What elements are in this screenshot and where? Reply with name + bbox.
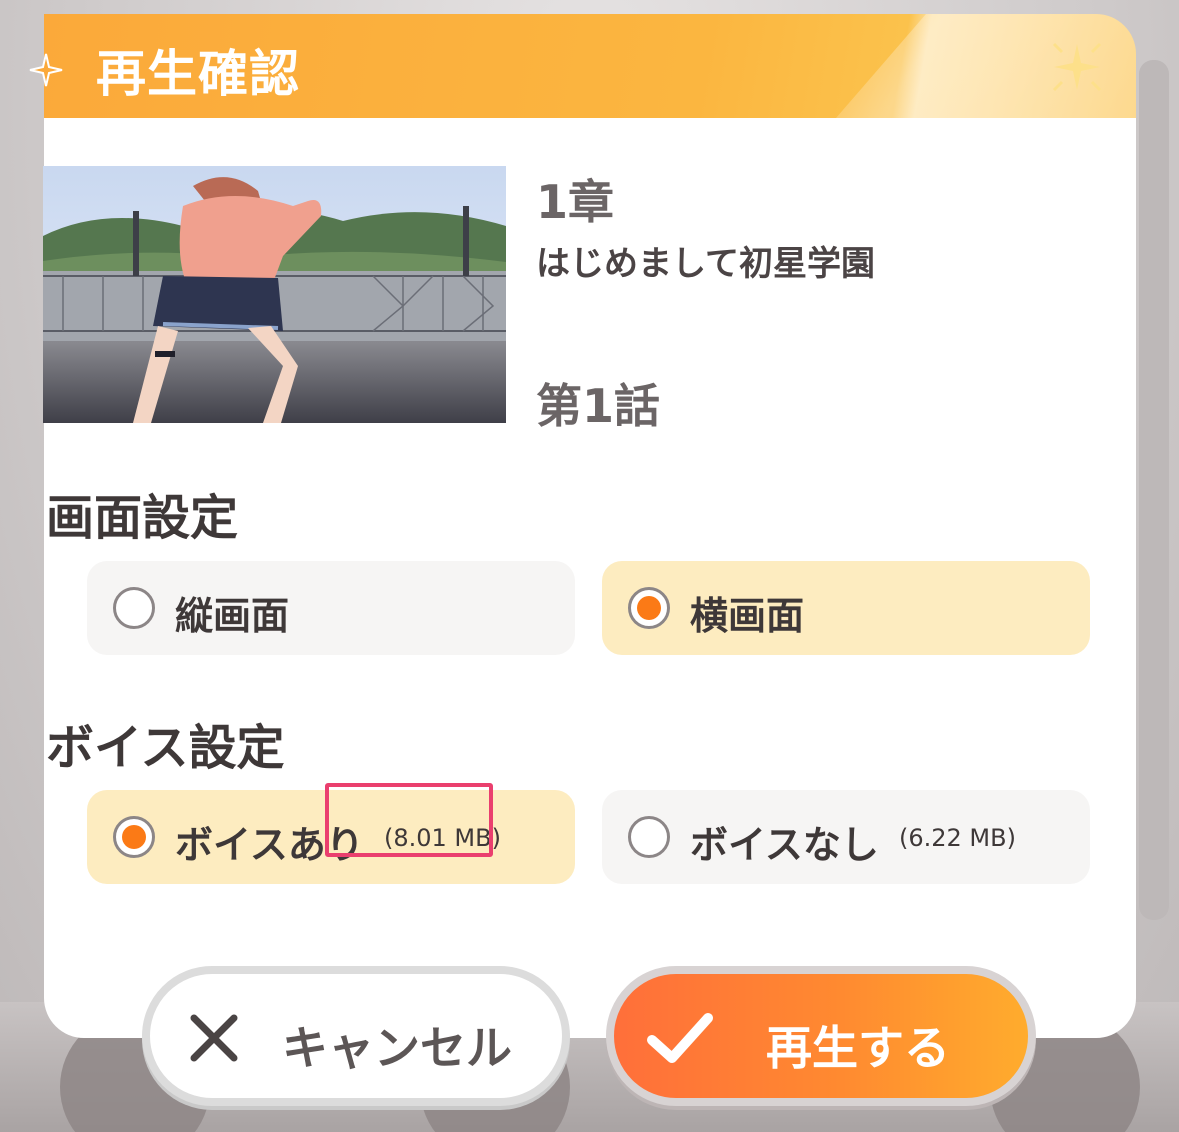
screen-option-landscape[interactable]: 横画面 (602, 561, 1090, 655)
sparkle-icon (1052, 42, 1102, 92)
dialog-header: 再生確認 (44, 14, 1136, 118)
screen-settings-title: 画面設定 (46, 490, 239, 546)
option-label: ボイスなし (690, 823, 879, 867)
radio-button-checked[interactable] (628, 587, 670, 629)
radio-dot (637, 596, 661, 620)
check-icon (647, 1013, 713, 1063)
background-scrollbar (1139, 60, 1169, 920)
screen-option-portrait[interactable]: 縦画面 (87, 561, 575, 655)
option-label: 横画面 (690, 594, 805, 638)
option-download-size: (6.22 MB) (899, 824, 1016, 852)
episode-number: 第1話 (536, 379, 661, 433)
play-button-label: 再生する (766, 1021, 950, 1075)
cancel-button[interactable]: キャンセル (142, 966, 570, 1106)
radio-dot (122, 825, 146, 849)
close-icon (190, 1014, 238, 1062)
voice-option-without-voice[interactable]: ボイスなし (6.22 MB) (602, 790, 1090, 884)
episode-thumbnail (43, 166, 506, 423)
chapter-title: はじめまして初星学園 (536, 244, 875, 284)
cancel-button-label: キャンセル (282, 1021, 512, 1075)
dialog-title: 再生確認 (96, 45, 300, 103)
size-highlight-box (325, 783, 493, 857)
radio-button-checked[interactable] (113, 816, 155, 858)
option-label: 縦画面 (175, 594, 290, 638)
chapter-number: 1章 (536, 175, 615, 229)
sparkle-icon (29, 53, 63, 87)
radio-button-unchecked[interactable] (113, 587, 155, 629)
radio-button-unchecked[interactable] (628, 816, 670, 858)
play-button[interactable]: 再生する (606, 966, 1036, 1106)
voice-settings-title: ボイス設定 (46, 720, 285, 776)
